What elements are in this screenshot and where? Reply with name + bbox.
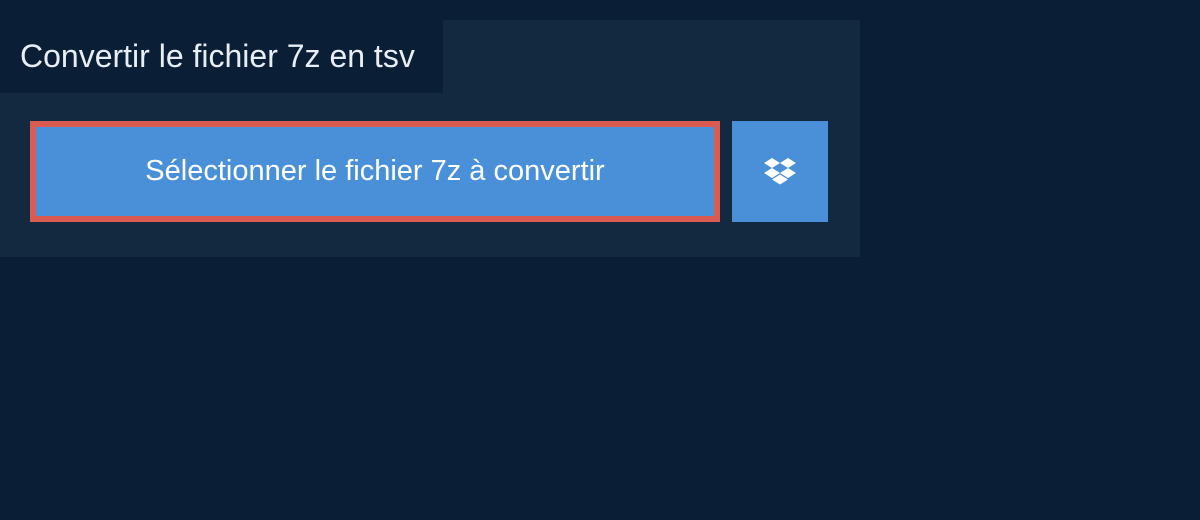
action-row: Sélectionner le fichier 7z à convertir: [0, 93, 860, 222]
dropbox-icon: [764, 158, 796, 186]
select-file-button[interactable]: Sélectionner le fichier 7z à convertir: [30, 121, 720, 222]
select-file-label: Sélectionner le fichier 7z à convertir: [145, 155, 604, 188]
page-title: Convertir le fichier 7z en tsv: [0, 20, 443, 93]
dropbox-button[interactable]: [732, 121, 828, 222]
converter-panel: Convertir le fichier 7z en tsv Sélection…: [0, 20, 860, 257]
